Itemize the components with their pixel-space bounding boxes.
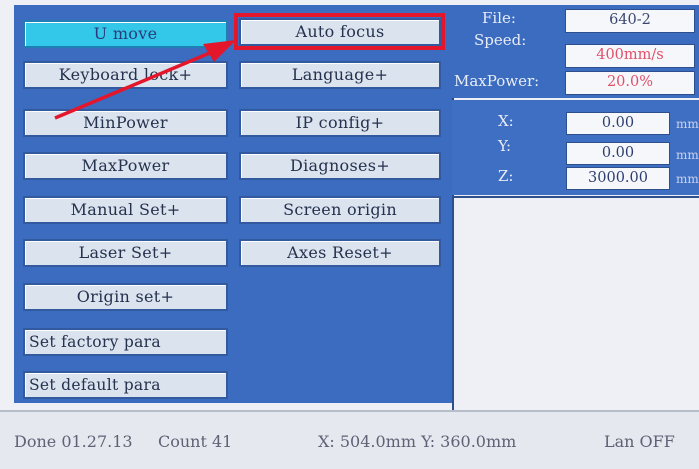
language-button[interactable]: Language+ (239, 61, 441, 89)
x-unit: mm (676, 117, 699, 131)
speed-value: 400mm/s (565, 44, 695, 68)
x-axis-label: X: (498, 112, 514, 130)
set-factory-para-button[interactable]: Set factory para (23, 328, 228, 356)
y-axis-label: Y: (498, 137, 512, 155)
controller-screen: U move Keyboard lock+ MinPower MaxPower … (0, 0, 699, 469)
y-axis-value: 0.00 (566, 142, 670, 165)
set-default-para-button[interactable]: Set default para (23, 371, 228, 399)
z-unit: mm (676, 172, 699, 186)
file-label: File: (482, 9, 516, 27)
status-done: Done 01.27.13 (14, 432, 133, 451)
u-move-button[interactable]: U move (23, 20, 228, 48)
status-lan: Lan OFF (604, 432, 675, 451)
y-unit: mm (676, 148, 699, 162)
ip-config-button[interactable]: IP config+ (239, 109, 441, 137)
status-position: X: 504.0mm Y: 360.0mm (318, 432, 517, 451)
speed-label: Speed: (474, 31, 527, 49)
z-axis-value: 3000.00 (566, 167, 670, 190)
origin-set-button[interactable]: Origin set+ (23, 283, 228, 311)
auto-focus-button[interactable]: Auto focus (239, 18, 441, 46)
screen-origin-button[interactable]: Screen origin (239, 196, 441, 224)
maxpower-value: 20.0% (565, 71, 695, 95)
diagnoses-button[interactable]: Diagnoses+ (239, 152, 441, 180)
x-axis-value: 0.00 (566, 112, 670, 135)
z-axis-label: Z: (498, 167, 514, 185)
manual-set-button[interactable]: Manual Set+ (23, 196, 228, 224)
keyboard-lock-button[interactable]: Keyboard lock+ (23, 61, 228, 89)
preview-area (452, 196, 699, 410)
max-power-button[interactable]: MaxPower (23, 152, 228, 180)
file-value: 640-2 (565, 9, 695, 33)
status-bar: Done 01.27.13 Count 41 X: 504.0mm Y: 360… (0, 410, 699, 469)
axes-reset-button[interactable]: Axes Reset+ (239, 239, 441, 267)
maxpower-label: MaxPower: (454, 72, 540, 90)
status-count: Count 41 (158, 432, 233, 451)
min-power-button[interactable]: MinPower (23, 109, 228, 137)
laser-set-button[interactable]: Laser Set+ (23, 239, 228, 267)
